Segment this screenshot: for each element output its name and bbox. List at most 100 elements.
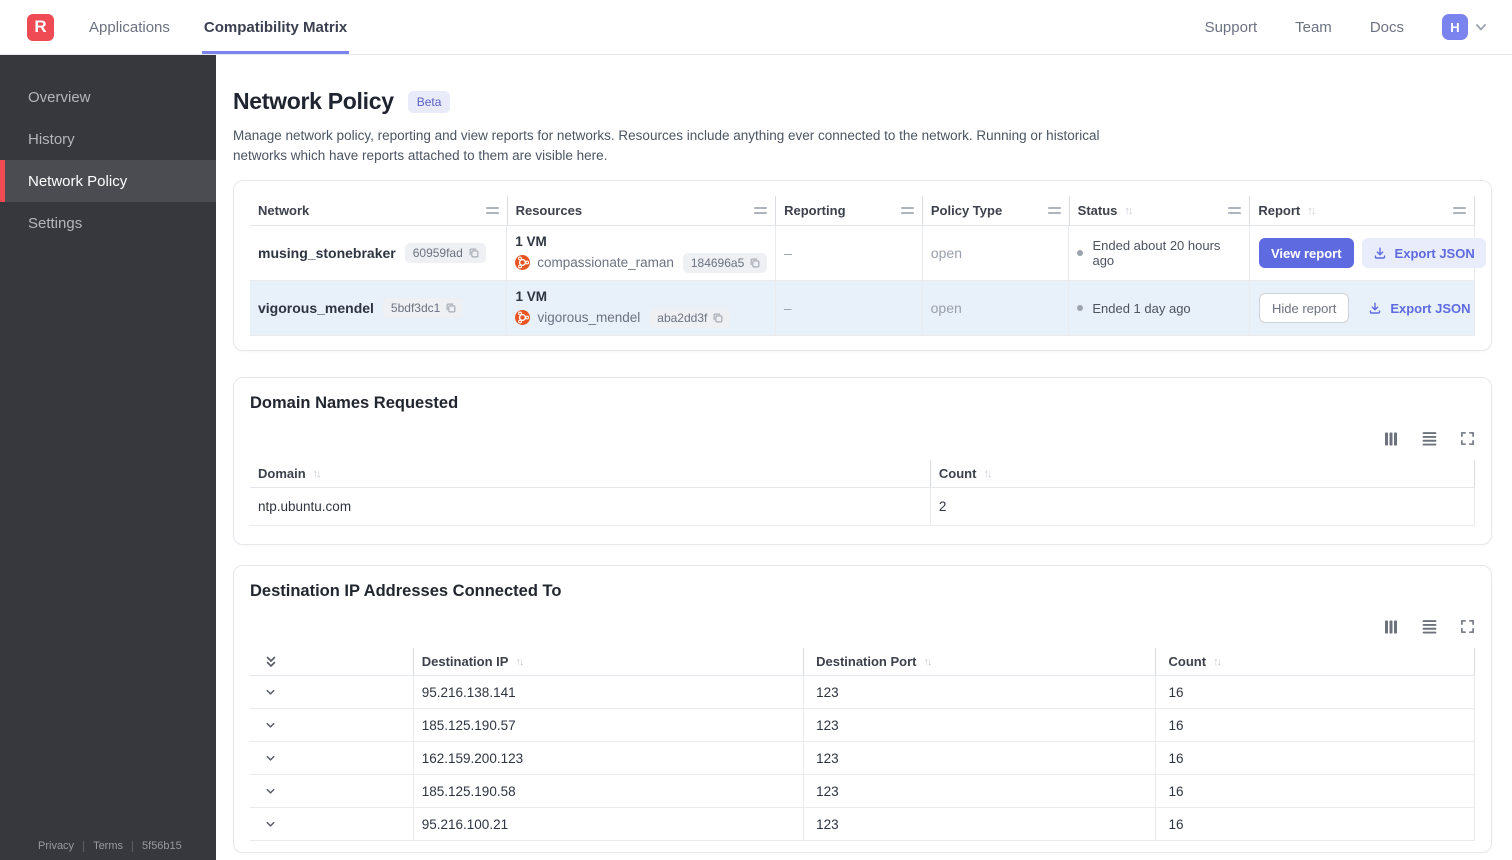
sidebar-item-settings[interactable]: Settings — [0, 202, 216, 244]
sidebar-item-label: Overview — [28, 88, 91, 106]
destination-row[interactable]: 95.216.138.141 123 16 — [250, 676, 1475, 709]
nav-link-team[interactable]: Team — [1295, 19, 1332, 36]
count-cell: 16 — [1154, 676, 1475, 708]
avatar[interactable]: H — [1442, 14, 1468, 40]
column-resize-handle-icon[interactable] — [754, 207, 768, 214]
column-header-status[interactable]: Status ↑↓ — [1068, 196, 1250, 225]
terms-link[interactable]: Terms — [93, 840, 123, 852]
nav-tab-label: Compatibility Matrix — [203, 18, 348, 36]
vm-id-pill[interactable]: aba2dd3f — [649, 307, 731, 328]
ip-cell: 95.216.138.141 — [412, 676, 803, 708]
column-header-expand-all[interactable] — [250, 648, 413, 675]
sort-icon[interactable]: ↑↓ — [1124, 205, 1133, 217]
expand-all-icon[interactable] — [264, 654, 278, 670]
export-json-button[interactable]: Export JSON — [1361, 238, 1486, 268]
column-header-destination-port[interactable]: Destination Port ↑↓ — [803, 648, 1154, 675]
column-header-destination-ip[interactable]: Destination IP ↑↓ — [412, 648, 803, 675]
count-cell: 16 — [1154, 808, 1475, 840]
port-cell: 123 — [803, 775, 1154, 807]
destination-row[interactable]: 95.216.100.21 123 16 — [250, 808, 1475, 841]
column-resize-handle-icon[interactable] — [1452, 207, 1466, 214]
chevron-down-icon[interactable] — [264, 785, 277, 798]
column-resize-handle-icon[interactable] — [1228, 207, 1242, 214]
domains-table: Domain ↑↓ Count ↑↓ ntp.ubuntu.com 2 — [250, 460, 1475, 526]
networks-card: Network Resources Reporting Policy Type … — [233, 180, 1492, 351]
footer-divider — [132, 840, 134, 852]
chevron-down-icon[interactable] — [264, 719, 277, 732]
network-id-pill[interactable]: 60959fad — [404, 243, 486, 263]
chevron-down-icon[interactable] — [264, 752, 277, 765]
sort-icon[interactable]: ↑↓ — [1307, 205, 1316, 217]
export-json-button[interactable]: Export JSON — [1357, 293, 1481, 323]
columns-icon[interactable] — [1383, 619, 1399, 635]
nav-link-support[interactable]: Support — [1205, 19, 1258, 36]
sort-icon[interactable]: ↑↓ — [313, 468, 322, 480]
app-window: R Applications Compatibility Matrix Supp… — [0, 0, 1512, 860]
network-id: 5bdf3dc1 — [390, 301, 441, 315]
status-text: Ended 1 day ago — [1092, 300, 1191, 316]
domain-row[interactable]: ntp.ubuntu.com 2 — [250, 488, 1475, 526]
columns-icon[interactable] — [1383, 431, 1399, 447]
column-resize-handle-icon[interactable] — [485, 207, 499, 214]
network-row[interactable]: musing_stonebraker 60959fad 1 VM compass… — [250, 226, 1486, 281]
user-menu[interactable]: H — [1442, 14, 1488, 40]
hide-report-button[interactable]: Hide report — [1259, 293, 1350, 323]
column-header-resources[interactable]: Resources — [506, 196, 776, 225]
copy-icon[interactable] — [712, 312, 724, 324]
sort-icon[interactable]: ↑↓ — [924, 656, 933, 668]
destination-row[interactable]: 185.125.190.58 123 16 — [250, 775, 1475, 808]
vm-name: vigorous_mendel — [537, 310, 641, 325]
sidebar-item-network-policy[interactable]: Network Policy — [0, 160, 216, 202]
column-header-report[interactable]: Report ↑↓ — [1249, 196, 1475, 225]
chevron-down-icon[interactable] — [264, 818, 277, 831]
nav-tab-applications[interactable]: Applications — [89, 0, 170, 54]
sort-icon[interactable]: ↑↓ — [983, 468, 992, 480]
sort-icon[interactable]: ↑↓ — [1213, 656, 1222, 668]
copy-icon[interactable] — [445, 302, 457, 314]
ip-cell: 162.159.200.123 — [412, 742, 803, 774]
column-header-domain[interactable]: Domain ↑↓ — [250, 460, 930, 487]
column-header-count[interactable]: Count ↑↓ — [929, 460, 1475, 487]
status-dot — [1077, 250, 1084, 256]
copy-icon[interactable] — [749, 257, 761, 269]
fullscreen-icon[interactable] — [1460, 619, 1475, 634]
nav-tab-label: Applications — [89, 18, 170, 36]
fullscreen-icon[interactable] — [1460, 431, 1475, 446]
sidebar: Overview History Network Policy Settings… — [0, 55, 216, 860]
row-density-icon[interactable] — [1421, 618, 1438, 635]
destination-row[interactable]: 185.125.190.57 123 16 — [250, 709, 1475, 742]
sidebar-item-history[interactable]: History — [0, 118, 216, 160]
ip-cell: 185.125.190.58 — [412, 775, 803, 807]
expand-cell — [250, 709, 413, 741]
chevron-down-icon[interactable] — [1474, 20, 1488, 34]
vm-name: compassionate_raman — [537, 255, 674, 270]
view-report-button[interactable]: View report — [1258, 238, 1354, 268]
row-density-icon[interactable] — [1421, 430, 1438, 447]
network-row[interactable]: vigorous_mendel 5bdf3dc1 1 VM vigorous_m… — [250, 281, 1475, 336]
column-label: Policy Type — [930, 203, 1003, 218]
chevron-down-icon[interactable] — [264, 686, 277, 699]
brand-logo[interactable]: R — [27, 13, 54, 41]
column-header-reporting[interactable]: Reporting — [775, 196, 922, 225]
nav-link-docs[interactable]: Docs — [1370, 19, 1404, 36]
column-header-network[interactable]: Network — [250, 196, 507, 225]
column-header-policy-type[interactable]: Policy Type — [921, 196, 1069, 225]
column-resize-handle-icon[interactable] — [1047, 207, 1061, 214]
download-icon — [1373, 246, 1387, 260]
column-header-count[interactable]: Count ↑↓ — [1154, 648, 1475, 675]
vm-count: 1 VM — [515, 233, 547, 249]
sort-icon[interactable]: ↑↓ — [515, 656, 524, 668]
column-resize-handle-icon[interactable] — [900, 207, 914, 214]
column-label: Report — [1258, 203, 1301, 218]
copy-icon[interactable] — [468, 247, 480, 259]
policy-type-cell: open — [921, 281, 1069, 335]
nav-tab-compatibility-matrix[interactable]: Compatibility Matrix — [201, 0, 350, 54]
destination-row[interactable]: 162.159.200.123 123 16 — [250, 742, 1475, 775]
privacy-link[interactable]: Privacy — [38, 840, 74, 852]
sidebar-item-overview[interactable]: Overview — [0, 76, 216, 118]
vm-id-pill[interactable]: 184696a5 — [682, 252, 768, 273]
networks-table: Network Resources Reporting Policy Type … — [250, 196, 1486, 336]
vm-count: 1 VM — [515, 288, 547, 304]
network-id-pill[interactable]: 5bdf3dc1 — [382, 298, 464, 318]
reporting-cell: – — [774, 281, 922, 335]
